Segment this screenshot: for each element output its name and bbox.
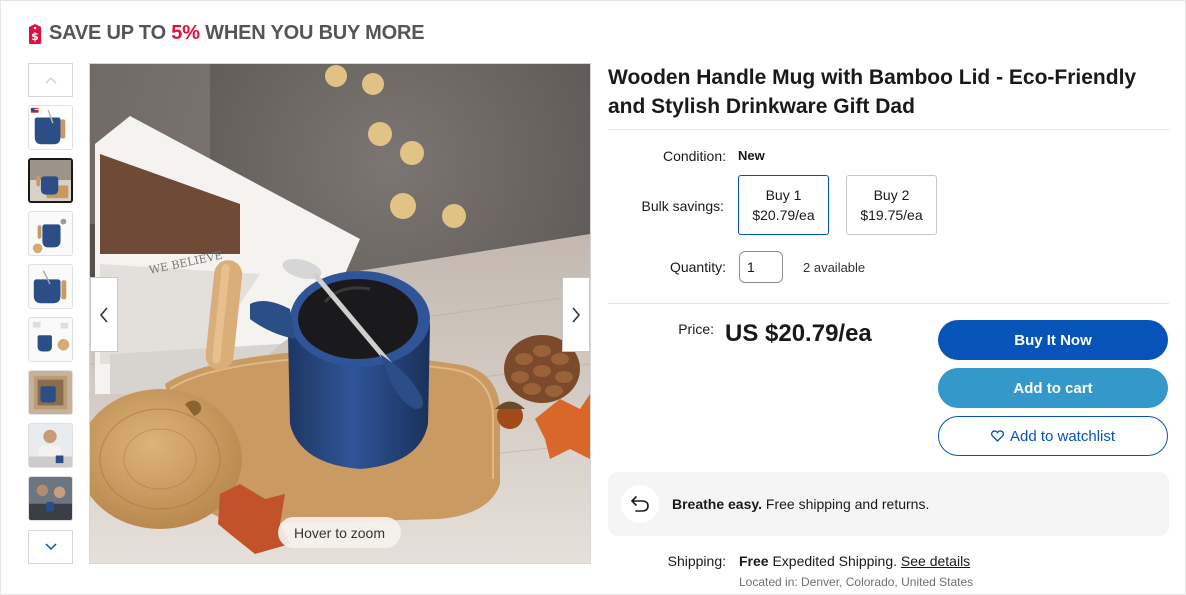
product-photo: WE BELIEVE [90,64,590,563]
thumbnail-7[interactable] [28,423,73,468]
bulk-promo-banner: $ SAVE UP TO 5% WHEN YOU BUY MORE [27,22,425,45]
thumbnail-4[interactable] [28,264,73,309]
divider [608,129,1169,130]
buy-it-now-button[interactable]: Buy It Now [938,320,1168,360]
thumbnail-5[interactable] [28,317,73,362]
quantity-label: Quantity: [669,259,726,275]
thumbnail-scroll-down-button[interactable] [28,530,73,564]
thumbnail-1[interactable] [28,105,73,150]
divider [608,303,1169,304]
promo-prefix: SAVE UP TO [49,22,172,44]
previous-image-button[interactable] [90,277,118,352]
svg-text:$: $ [31,30,39,43]
add-to-watchlist-label: Add to watchlist [1009,427,1116,445]
heart-icon [990,430,1004,442]
bulk-option-buy-2[interactable]: Buy 2 $19.75/ea [846,175,937,235]
price-tag-dollar-icon: $ [29,23,41,44]
quantity-input[interactable] [739,251,783,283]
returns-bold: Breathe easy. [672,496,763,512]
promo-percent: 5% [171,22,200,44]
see-details-link[interactable]: See details [901,553,970,569]
bulk-option-qty: Buy 1 [765,187,802,203]
chevron-down-icon [44,543,57,551]
bulk-option-qty: Buy 2 [873,187,910,203]
promo-suffix: WHEN YOU BUY MORE [199,22,425,44]
hover-to-zoom-hint: Hover to zoom [278,517,401,548]
next-image-button[interactable] [562,277,590,352]
bulk-savings-label: Bulk savings: [641,198,724,214]
thumbnail-6[interactable] [28,370,73,415]
thumbnail-3[interactable] [28,211,73,256]
thumbnail-8[interactable] [28,476,73,521]
promo-text: SAVE UP TO 5% WHEN YOU BUY MORE [49,22,425,45]
condition-value: New [738,148,765,163]
shipping-label: Shipping: [667,553,726,569]
shipping-method: Expedited Shipping. [768,553,901,569]
available-count: 2 available [803,260,866,275]
buy-it-now-label: Buy It Now [1014,331,1092,349]
item-location: Located in: Denver, Colorado, United Sta… [739,575,974,589]
returns-detail: Free shipping and returns. [762,496,930,512]
thumbnail-rail [28,63,73,564]
bulk-option-price: $19.75/ea [860,207,923,223]
price-value: US $20.79/ea [725,320,872,347]
product-title: Wooden Handle Mug with Bamboo Lid - Eco-… [608,66,1137,118]
thumbnail-scroll-up-button[interactable] [28,63,73,97]
add-to-cart-label: Add to cart [1013,379,1093,397]
shipping-free: Free [739,553,769,569]
free-returns-banner: Breathe easy. Free shipping and returns. [608,472,1169,536]
bulk-option-price: $20.79/ea [752,207,815,223]
condition-label: Condition: [662,148,726,164]
returns-text: Breathe easy. Free shipping and returns. [672,496,929,512]
chevron-right-icon [572,306,581,323]
main-product-image[interactable]: WE BELIEVE Hover to zoom [89,63,591,564]
chevron-up-icon [45,77,56,84]
bulk-option-buy-1[interactable]: Buy 1 $20.79/ea [738,175,829,235]
thumbnail-2[interactable] [28,158,73,203]
return-arrow-icon [621,485,659,523]
add-to-cart-button[interactable]: Add to cart [938,368,1168,408]
price-label: Price: [678,321,714,337]
shipping-info: Free Expedited Shipping. See details [739,553,970,569]
chevron-left-icon [99,306,108,323]
add-to-watchlist-button[interactable]: Add to watchlist [938,416,1168,456]
